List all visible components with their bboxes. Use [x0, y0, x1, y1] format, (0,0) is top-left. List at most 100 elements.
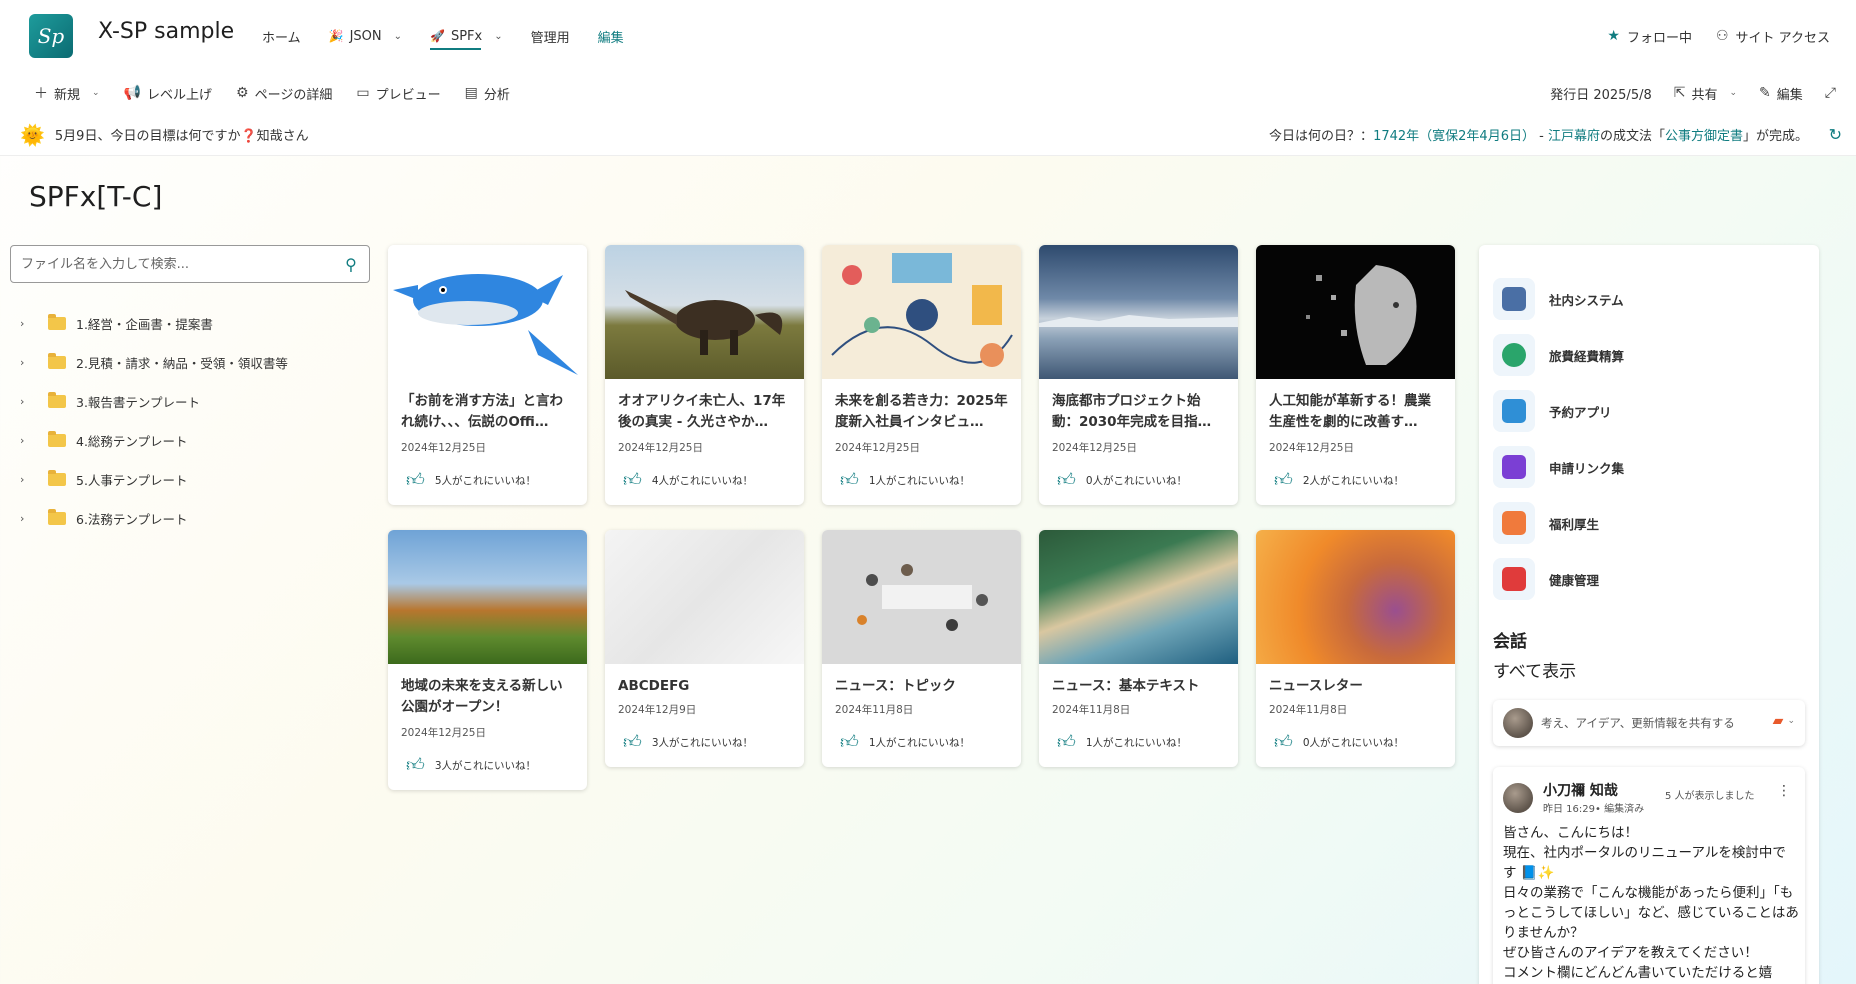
new-label: 新規: [54, 87, 81, 103]
site-access-button[interactable]: ⚇ サイト アクセス: [1716, 27, 1830, 46]
news-date: 2024年12月25日: [1269, 442, 1354, 454]
folder-item[interactable]: › 3.報告書テンプレート: [20, 382, 370, 421]
folder-item[interactable]: › 5.人事テンプレート: [20, 460, 370, 499]
folder-item[interactable]: › 2.見積・請求・納品・受領・領収書等: [20, 343, 370, 382]
folder-item[interactable]: › 6.法務テンプレート: [20, 499, 370, 538]
quick-link-item[interactable]: 予約アプリ: [1493, 383, 1624, 439]
thumbs-up-filled-icon[interactable]: 👍︎: [623, 731, 642, 753]
quick-link-item[interactable]: 申請リンク集: [1493, 439, 1624, 495]
post-type-button[interactable]: ▰ ⌄: [1773, 713, 1795, 729]
news-card[interactable]: ニュース：トピック 2024年11月8日 👍︎ 1人がこれにいいね！: [822, 530, 1021, 767]
news-thumbnail: [1256, 530, 1455, 664]
thumbs-up-icon[interactable]: 👍︎: [1057, 731, 1076, 753]
news-card[interactable]: 未来を創る若き力：2025年度新入社員インタビュ… 2024年12月25日 👍︎…: [822, 245, 1021, 505]
news-card[interactable]: ニュースレター 2024年11月8日 👍︎ 0人がこれにいいね！: [1256, 530, 1455, 767]
follow-button[interactable]: ★ フォロー中: [1607, 27, 1692, 46]
news-title: ABCDEFG: [618, 678, 690, 693]
analytics-button[interactable]: ▤ 分析: [465, 84, 510, 103]
news-card[interactable]: ABCDEFG 2024年12月9日 👍︎ 3人がこれにいいね！: [605, 530, 804, 767]
nav-item-admin[interactable]: 管理用: [531, 0, 570, 72]
page-details-button[interactable]: ⚙ ページの詳細: [236, 84, 332, 103]
thumbs-up-icon[interactable]: 👍︎: [1057, 469, 1076, 491]
news-thumbnail: [388, 245, 587, 379]
nav-item-spfx[interactable]: 🚀 SPFx ⌄: [430, 0, 503, 72]
news-card[interactable]: ニュース：基本テキスト 2024年11月8日 👍︎ 1人がこれにいいね！: [1039, 530, 1238, 767]
chevron-right-icon[interactable]: ›: [20, 395, 44, 408]
post-author[interactable]: 小刀禰 知哉: [1543, 780, 1618, 800]
news-card[interactable]: 「お前を消す方法」と言われ続け、、、伝説のOffi… 2024年12月25日 👍…: [388, 245, 587, 505]
see-all-link[interactable]: すべて表示: [1493, 657, 1576, 682]
conversation-title: 会話: [1493, 632, 1527, 652]
nav-item-home[interactable]: ホーム: [262, 0, 301, 72]
folder-item[interactable]: › 4.総務テンプレート: [20, 421, 370, 460]
avatar[interactable]: [1503, 783, 1533, 813]
news-card[interactable]: 人工知能が革新する！農業生産性を劇的に改善す… 2024年12月25日 👍︎ 2人…: [1256, 245, 1455, 505]
thumbs-up-icon[interactable]: 👍︎: [1274, 731, 1293, 753]
preview-icon: ▭: [356, 85, 370, 101]
quick-link-item[interactable]: 健康管理: [1493, 551, 1624, 607]
share-prompt[interactable]: 考え、アイデア、更新情報を共有する: [1541, 715, 1751, 731]
quick-link-item[interactable]: 旅費経費精算: [1493, 327, 1624, 383]
news-card[interactable]: 海底都市プロジェクト始動：2030年完成を目指… 2024年12月25日 👍︎ 0…: [1039, 245, 1238, 505]
expand-button[interactable]: ⤢: [1825, 85, 1836, 101]
folder-label: 6.法務テンプレート: [76, 512, 188, 527]
header-actions: ★ フォロー中 ⚇ サイト アクセス: [1607, 0, 1830, 72]
quick-link-item[interactable]: 福利厚生: [1493, 495, 1624, 551]
promote-button[interactable]: 📢 レベル上げ: [124, 84, 212, 103]
nav-item-label: SPFx: [450, 28, 483, 44]
greeting-text: 5月9日、今日の目標は何ですか❓知哉さん: [54, 129, 309, 144]
folder-icon: [48, 353, 66, 369]
folder-item[interactable]: › 1.経営・企画書・提案書: [20, 304, 370, 343]
site-logo-text: Sp: [37, 24, 65, 48]
post-views[interactable]: 5 人が表示しました: [1665, 787, 1755, 802]
nav-item-json[interactable]: 🎉 JSON ⌄: [329, 0, 402, 72]
thumbs-up-filled-icon[interactable]: 👍︎: [406, 469, 425, 491]
post-meta: 昨日 16:29• 編集済み: [1543, 804, 1645, 815]
thumbs-up-icon[interactable]: 👍︎: [406, 754, 425, 776]
news-likes: 👍︎ 1人がこれにいいね！: [1039, 717, 1238, 767]
news-card[interactable]: 地域の未来を支える新しい公園がオープン！ 2024年12月25日 👍︎ 3人がこれ…: [388, 530, 587, 790]
avatar: [1503, 708, 1533, 738]
thumbs-up-icon[interactable]: 👍︎: [840, 469, 859, 491]
quick-link-item[interactable]: 社内システム: [1493, 271, 1624, 327]
chevron-right-icon[interactable]: ›: [20, 512, 44, 525]
chevron-right-icon[interactable]: ›: [20, 434, 44, 447]
today-date-link[interactable]: 1742年（寛保2年4月6日）: [1373, 129, 1535, 144]
search-icon[interactable]: ⚲: [333, 255, 369, 274]
file-search-input[interactable]: [11, 256, 333, 272]
thumbs-up-icon[interactable]: 👍︎: [840, 731, 859, 753]
folder-label: 4.総務テンプレート: [76, 434, 188, 449]
refresh-icon[interactable]: ↻: [1829, 125, 1842, 144]
site-title[interactable]: X-SP sample: [98, 19, 234, 44]
chevron-down-icon: ⌄: [1787, 716, 1795, 726]
file-search-box: ⚲: [10, 245, 370, 283]
more-options-icon[interactable]: ⋮: [1777, 783, 1791, 799]
preview-button[interactable]: ▭ プレビュー: [356, 84, 440, 103]
news-card[interactable]: オオアリクイ未亡人、17年後の真実 - 久光さやか… 2024年12月25日 👍…: [605, 245, 804, 505]
share-composer[interactable]: 考え、アイデア、更新情報を共有する ▰ ⌄: [1493, 700, 1805, 746]
globe-plane-icon: [1493, 334, 1535, 376]
nav-edit-link[interactable]: 編集: [598, 0, 624, 72]
chevron-right-icon[interactable]: ›: [20, 473, 44, 486]
today-law-link[interactable]: 公事方御定書: [1665, 129, 1743, 144]
thumbs-up-icon[interactable]: 👍︎: [623, 469, 642, 491]
today-suffix: 」が完成。: [1742, 129, 1808, 144]
today-subject-link[interactable]: 江戸幕府: [1548, 129, 1600, 144]
chevron-right-icon[interactable]: ›: [20, 317, 44, 330]
news-date: 2024年12月25日: [618, 442, 703, 454]
folder-tree: › 1.経営・企画書・提案書 › 2.見積・請求・納品・受領・領収書等 › 3.報告書…: [20, 304, 370, 538]
edit-button[interactable]: ✎ 編集: [1759, 84, 1803, 103]
plus-icon: ＋: [34, 86, 48, 102]
checklist-icon: [1493, 446, 1535, 488]
chevron-right-icon[interactable]: ›: [20, 356, 44, 369]
command-bar: ＋ 新規 ⌄ 📢 レベル上げ ⚙ ページの詳細 ▭ プレビュー ▤ 分析 発行日…: [0, 72, 1856, 114]
news-date: 2024年12月25日: [401, 727, 486, 739]
new-button[interactable]: ＋ 新規 ⌄: [34, 83, 100, 103]
site-logo[interactable]: Sp: [29, 14, 73, 58]
thumbs-up-filled-icon[interactable]: 👍︎: [1274, 469, 1293, 491]
share-button[interactable]: ⇱ 共有 ⌄: [1674, 84, 1737, 103]
pencil-icon: ✎: [1759, 85, 1771, 101]
likes-text: 3人がこれにいいね！: [434, 759, 536, 772]
post-line: 皆さん、こんにちは！: [1503, 825, 1638, 841]
chevron-down-icon: ⌄: [494, 30, 503, 42]
